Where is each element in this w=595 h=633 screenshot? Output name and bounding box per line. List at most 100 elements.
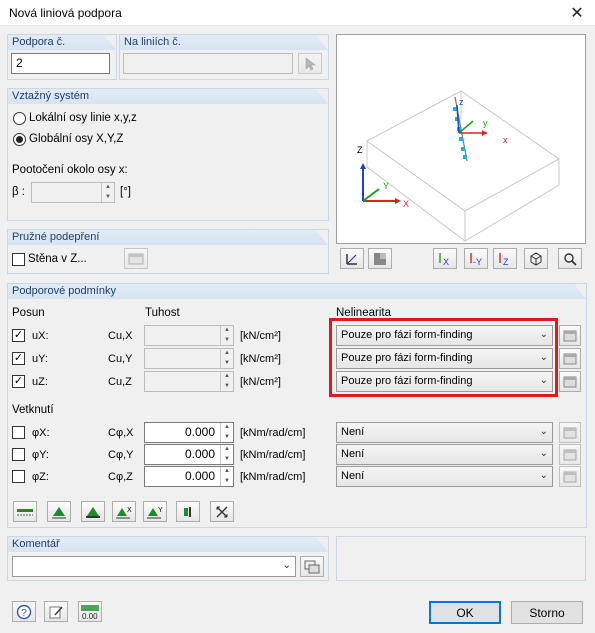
edit-dialog-icon bbox=[563, 330, 577, 341]
cancel-button[interactable]: Storno bbox=[511, 601, 583, 624]
cux-spinner[interactable]: ▲ ▼ bbox=[220, 326, 233, 345]
cuz-unit: [kN/cm²] bbox=[240, 376, 281, 388]
3d-preview[interactable]: x y z Z X Y bbox=[336, 34, 586, 244]
help-button[interactable]: ? bbox=[12, 601, 36, 622]
view-axes-button[interactable] bbox=[340, 248, 364, 269]
preset-wall-button[interactable] bbox=[176, 501, 200, 522]
preview-local-x: x bbox=[503, 135, 508, 145]
phix-label: φX: bbox=[32, 427, 50, 439]
view-y-icon: -Y bbox=[470, 252, 482, 267]
free-release-icon bbox=[216, 506, 228, 517]
local-axes-radio[interactable] bbox=[13, 112, 26, 125]
preset-roller-x-button[interactable]: X bbox=[112, 501, 136, 522]
on-lines-label: Na liniích č. bbox=[120, 35, 328, 50]
col-tuhost-label: Tuhost bbox=[145, 307, 180, 319]
ux-checkbox[interactable]: ✓ bbox=[12, 329, 25, 342]
view-render-button[interactable] bbox=[368, 248, 392, 269]
preset-hinged-line-button[interactable] bbox=[13, 501, 37, 522]
zoom-reset-button[interactable] bbox=[558, 248, 582, 269]
preset-free-button[interactable] bbox=[210, 501, 234, 522]
phix-checkbox[interactable] bbox=[12, 426, 25, 439]
support-number-label: Podpora č. bbox=[8, 35, 116, 50]
iso-cube-icon bbox=[530, 251, 542, 266]
phiz-nonlinearity-edit-button[interactable] bbox=[559, 466, 581, 487]
on-lines-input[interactable] bbox=[123, 53, 293, 74]
help-icon: ? bbox=[16, 604, 32, 619]
beta-unit: [°] bbox=[120, 186, 131, 198]
close-button[interactable]: ✕ bbox=[562, 2, 592, 24]
view-x-button[interactable]: X bbox=[433, 248, 457, 269]
uz-nonlinearity-edit-button[interactable] bbox=[559, 371, 581, 392]
window-title: Nová liniová podpora bbox=[9, 6, 122, 20]
ok-button[interactable]: OK bbox=[429, 601, 501, 624]
wall-checkbox[interactable] bbox=[12, 253, 25, 266]
phiz-nonlinearity-select[interactable]: Není ⌄ bbox=[336, 466, 553, 487]
uy-nonlinearity-edit-button[interactable] bbox=[559, 348, 581, 369]
phiz-checkbox[interactable] bbox=[12, 470, 25, 483]
render-icon bbox=[374, 252, 386, 265]
phiy-nonlinearity-select[interactable]: Není ⌄ bbox=[336, 444, 553, 465]
preset-roller-y-button[interactable]: Y bbox=[143, 501, 167, 522]
phiy-nonlinearity-value: Není bbox=[341, 448, 365, 460]
ux-nonlinearity-edit-button[interactable] bbox=[559, 325, 581, 346]
local-axes-label: Lokální osy linie x,y,z bbox=[29, 112, 137, 124]
support-conditions-label: Podporové podmínky bbox=[8, 284, 586, 299]
cphiy-unit: [kNm/rad/cm] bbox=[240, 449, 306, 461]
units-decimal-icon: 0.00 bbox=[81, 604, 99, 620]
rotation-label: Pootočení okolo osy x: bbox=[12, 164, 128, 176]
view-x-icon: X bbox=[439, 252, 449, 267]
phiy-checkbox[interactable] bbox=[12, 448, 25, 461]
svg-text:Z: Z bbox=[503, 257, 509, 267]
chevron-down-icon: ⌄ bbox=[539, 426, 548, 437]
support-number-input[interactable]: 2 bbox=[11, 53, 110, 74]
comment-library-button[interactable] bbox=[300, 556, 324, 577]
cux-unit: [kN/cm²] bbox=[240, 330, 281, 342]
cphix-symbol: Cφ,X bbox=[108, 427, 134, 439]
cphiy-spinner[interactable]: ▲ ▼ bbox=[220, 445, 233, 464]
pinned-support-icon bbox=[52, 506, 66, 518]
preset-pinned-button[interactable] bbox=[47, 501, 71, 522]
highlight-frame bbox=[329, 318, 558, 397]
view-iso-button[interactable] bbox=[524, 248, 548, 269]
comment-library-icon bbox=[304, 560, 320, 573]
elastic-support-label: Pružné podepření bbox=[8, 230, 328, 245]
fixity-label: Vetknutí bbox=[12, 404, 54, 416]
phiy-nonlinearity-edit-button[interactable] bbox=[559, 444, 581, 465]
pick-lines-button[interactable] bbox=[298, 53, 322, 74]
cuy-unit: [kN/cm²] bbox=[240, 353, 281, 365]
preset-fixed-button[interactable] bbox=[81, 501, 105, 522]
cphix-unit: [kNm/rad/cm] bbox=[240, 427, 306, 439]
preview-axis-y: Y bbox=[383, 181, 389, 191]
edit-dialog-icon bbox=[563, 427, 577, 438]
uy-checkbox[interactable]: ✓ bbox=[12, 352, 25, 365]
phix-nonlinearity-edit-button[interactable] bbox=[559, 422, 581, 443]
cuz-spinner[interactable]: ▲ ▼ bbox=[220, 372, 233, 391]
beta-spinner[interactable]: ▲ ▼ bbox=[101, 183, 114, 202]
units-button[interactable]: 0.00 bbox=[78, 601, 102, 622]
phix-nonlinearity-select[interactable]: Není ⌄ bbox=[336, 422, 553, 443]
beta-label: β : bbox=[12, 186, 26, 198]
wall-settings-button[interactable] bbox=[124, 248, 148, 269]
axes-icon bbox=[346, 253, 357, 265]
roller-y-support-icon: Y bbox=[147, 507, 163, 518]
cuz-symbol: Cu,Z bbox=[108, 376, 132, 388]
comment-input[interactable]: ⌄ bbox=[12, 556, 296, 577]
cphix-spinner[interactable]: ▲ ▼ bbox=[220, 423, 233, 442]
cphiz-spinner[interactable]: ▲ ▼ bbox=[220, 467, 233, 486]
uz-checkbox[interactable]: ✓ bbox=[12, 375, 25, 388]
cursor-pick-icon bbox=[305, 56, 316, 70]
phiz-nonlinearity-value: Není bbox=[341, 470, 365, 482]
svg-text:Y: Y bbox=[158, 507, 163, 514]
view-y-button[interactable]: -Y bbox=[464, 248, 488, 269]
cuy-spinner[interactable]: ▲ ▼ bbox=[220, 349, 233, 368]
wall-label: Stěna v Z... bbox=[28, 253, 87, 265]
preview-local-z: z bbox=[459, 97, 464, 107]
wall-support-icon bbox=[184, 506, 191, 517]
view-z-button[interactable]: Z bbox=[493, 248, 517, 269]
edit-dialog-icon bbox=[563, 376, 577, 387]
ux-label: uX: bbox=[32, 330, 49, 342]
coord-system-label: Vztažný systém bbox=[8, 89, 328, 104]
chevron-down-icon: ⌄ bbox=[282, 560, 291, 571]
edit-text-button[interactable] bbox=[44, 601, 68, 622]
global-axes-radio[interactable] bbox=[13, 133, 26, 146]
